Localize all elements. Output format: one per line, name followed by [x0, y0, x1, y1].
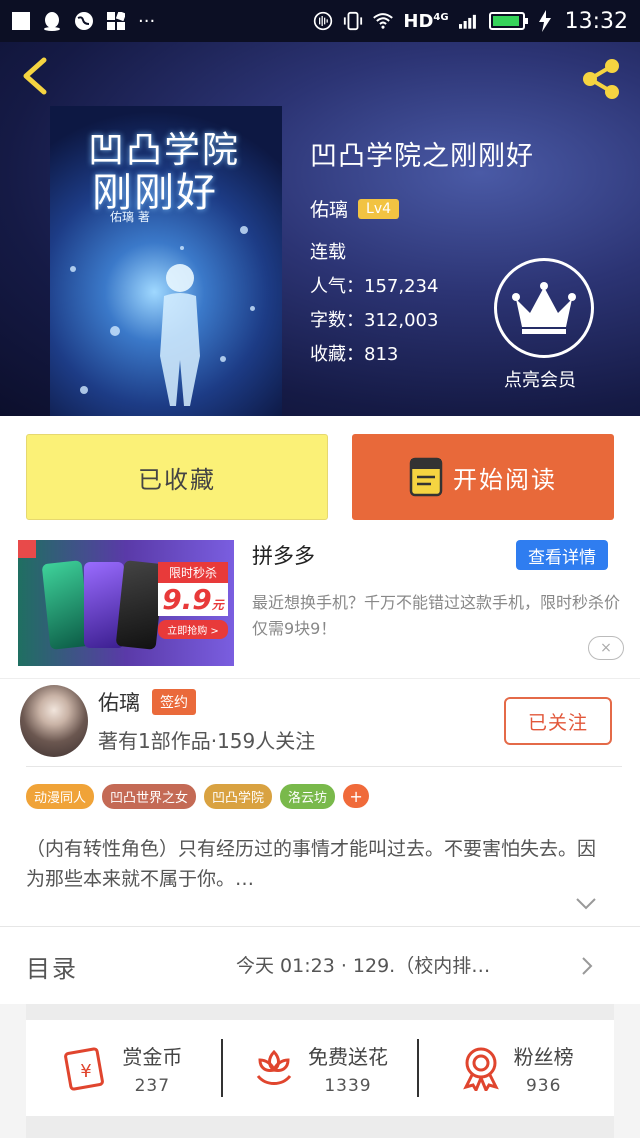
author-avatar[interactable]: [20, 685, 88, 757]
book-header: 凹凸学院 刚刚好 佑璃 著 凹凸学院之刚刚好 佑璃 Lv4 连载 人气： 157,…: [0, 42, 640, 416]
ad-sale-title: 限时秒杀: [158, 562, 228, 583]
signed-badge: 签约: [152, 689, 196, 715]
section-gap: [26, 1004, 614, 1020]
ad-logo-icon: [18, 540, 36, 558]
intro-section: 动漫同人 凹凸世界之女 凹凸学院 洛云坊 + （内有转性角色）只有经历过的事情才…: [0, 766, 640, 926]
qq-icon: [42, 11, 62, 31]
latest-chapter: 今天 01:23 · 129.（校内排…: [236, 955, 491, 977]
add-tag-button[interactable]: +: [343, 784, 370, 808]
book-status: 连载: [310, 242, 346, 263]
collect-button[interactable]: 已收藏: [26, 434, 328, 520]
more-notifications: ···: [138, 10, 156, 32]
flower-label: 免费送花: [308, 1044, 388, 1069]
flower-icon: [256, 1049, 292, 1085]
ad-sale-unit: 元: [211, 598, 224, 612]
flower-count: 1339: [324, 1075, 372, 1096]
ad-sale-price: 9.9元: [158, 583, 228, 616]
apps-icon: [106, 11, 126, 31]
author-section: 佑璃 签约 著有1部作品·159人关注 已关注: [0, 678, 640, 766]
cover-title-line1: 凹凸学院: [88, 130, 241, 171]
cover-author: 佑璃 著: [110, 210, 150, 224]
author-level-badge: Lv4: [358, 198, 400, 219]
cover-title: 凹凸学院 刚刚好: [88, 130, 240, 214]
status-bar: ··· HD4G 13:32: [0, 0, 640, 42]
ad-banner[interactable]: 限时秒杀 9.9元 立即抢购 > 拼多多 查看详情 最近想换手机？千万不能错过这…: [0, 528, 640, 678]
word-count-label: 字数：: [310, 310, 364, 331]
share-button[interactable]: [576, 54, 626, 104]
fans-label: 粉丝榜: [513, 1044, 574, 1069]
notification-square-icon: [12, 12, 30, 30]
chevron-right-icon: [582, 957, 593, 975]
ad-sale-price-value: 9.9: [162, 583, 212, 616]
ad-title: 拼多多: [252, 544, 315, 568]
vip-label: 点亮会员: [504, 370, 576, 391]
clock: 13:32: [564, 8, 628, 34]
cover-figure-illustration: [160, 264, 200, 406]
book-cover[interactable]: 凹凸学院 刚刚好 佑璃 著: [50, 106, 282, 416]
bottom-strip: [26, 1116, 614, 1138]
author-name[interactable]: 佑璃: [98, 687, 140, 717]
battery-icon: [488, 12, 528, 30]
network-type: HD4G: [403, 10, 449, 32]
ad-description: 最近想换手机？千万不能错过这款手机，限时秒杀价仅需9块9！: [252, 593, 621, 638]
crown-icon: [512, 282, 576, 334]
collections-value: 813: [364, 344, 399, 365]
book-icon: [409, 457, 443, 497]
expand-chevron-down-icon[interactable]: [574, 896, 598, 912]
reward-label: 赏金币: [122, 1044, 183, 1069]
tag-item[interactable]: 凹凸世界之女: [102, 784, 197, 809]
globe-icon: [74, 11, 94, 31]
table-of-contents-row[interactable]: 目录 今天 01:23 · 129.（校内排…: [0, 926, 640, 1004]
start-reading-label: 开始阅读: [453, 465, 557, 494]
nfc-icon: [313, 11, 333, 31]
svg-text:¥: ¥: [81, 1061, 92, 1082]
signal-icon: [458, 11, 479, 31]
wifi-icon: [373, 11, 394, 31]
tag-item[interactable]: 凹凸学院: [204, 784, 273, 809]
collections-label: 收藏：: [310, 344, 364, 365]
ad-close-button[interactable]: ×: [588, 636, 624, 660]
book-title: 凹凸学院之刚刚好: [310, 141, 534, 172]
back-button[interactable]: [14, 54, 58, 98]
ad-sale-button: 立即抢购 >: [158, 620, 228, 639]
vip-button[interactable]: [494, 258, 594, 358]
tag-list: 动漫同人 凹凸世界之女 凹凸学院 洛云坊 +: [26, 784, 370, 809]
share-icon: [583, 59, 619, 99]
ad-image[interactable]: 限时秒杀 9.9元 立即抢购 >: [18, 540, 234, 666]
support-bar: ¥ 赏金币 237 免费送花 1339 粉丝榜 936: [26, 1020, 614, 1116]
charging-icon: [535, 10, 555, 32]
popularity-value: 157,234: [364, 276, 439, 297]
reward-coin-button[interactable]: ¥ 赏金币 237: [26, 1041, 221, 1096]
back-arrow-icon: [23, 57, 47, 95]
follow-button[interactable]: 已关注: [504, 697, 612, 745]
book-intro[interactable]: （内有转性角色）只有经历过的事情才能叫过去。不要害怕失去。因为那些本来就不属于你…: [26, 834, 614, 894]
fans-count: 936: [525, 1075, 562, 1096]
book-author[interactable]: 佑璃: [310, 195, 348, 222]
reward-count: 237: [134, 1075, 171, 1096]
send-flower-button[interactable]: 免费送花 1339: [223, 1041, 418, 1096]
fan-ranking-button[interactable]: 粉丝榜 936: [419, 1041, 614, 1096]
toc-label: 目录: [26, 955, 78, 983]
author-works: 著有1部作品·159人关注: [98, 729, 316, 753]
tag-item[interactable]: 洛云坊: [280, 784, 336, 809]
ad-detail-button[interactable]: 查看详情: [516, 540, 608, 570]
popularity-label: 人气：: [310, 276, 364, 297]
medal-icon: [462, 1047, 499, 1091]
start-reading-button[interactable]: 开始阅读: [352, 434, 614, 520]
collections-row: 收藏： 813: [310, 338, 534, 372]
vibrate-icon: [343, 11, 363, 31]
word-count-value: 312,003: [364, 310, 439, 331]
action-bar: 已收藏 开始阅读: [0, 416, 640, 528]
ad-sale-box: 限时秒杀 9.9元 立即抢购 >: [158, 562, 228, 639]
book-info: 凹凸学院之刚刚好 佑璃 Lv4 连载 人气： 157,234 字数： 312,003…: [310, 134, 534, 372]
tag-item[interactable]: 动漫同人: [26, 784, 95, 809]
red-envelope-icon: ¥: [64, 1047, 105, 1091]
